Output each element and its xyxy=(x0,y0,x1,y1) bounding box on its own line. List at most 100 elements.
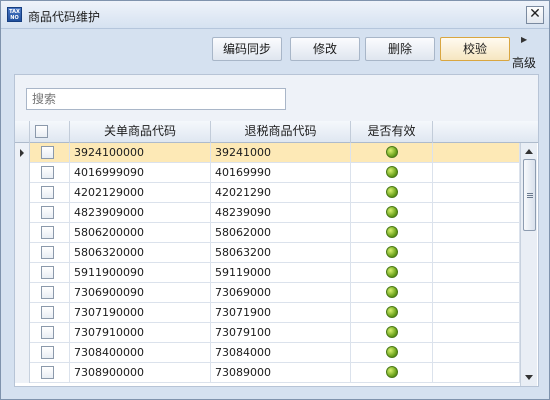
table-row[interactable]: 7307190000 73071900 xyxy=(15,303,520,323)
scroll-thumb[interactable] xyxy=(523,159,536,231)
row-indicator xyxy=(15,183,30,203)
refund-code-cell[interactable]: 39241000 xyxy=(211,143,351,163)
refund-code-cell[interactable]: 73071900 xyxy=(211,303,351,323)
advanced-toggle[interactable]: 高级 xyxy=(512,54,536,71)
customs-code-cell[interactable]: 7308900000 xyxy=(70,363,211,383)
valid-status-cell[interactable] xyxy=(351,283,433,303)
valid-status-cell[interactable] xyxy=(351,163,433,183)
customs-code-cell[interactable]: 7307190000 xyxy=(70,303,211,323)
vertical-scrollbar[interactable] xyxy=(520,143,537,386)
refund-code-cell[interactable]: 73084000 xyxy=(211,343,351,363)
refund-code-cell[interactable]: 73069000 xyxy=(211,283,351,303)
column-header-customs-code[interactable]: 关单商品代码 xyxy=(70,121,211,143)
empty-cell xyxy=(433,223,520,243)
row-checkbox-cell xyxy=(30,143,70,163)
column-header-refund-code[interactable]: 退税商品代码 xyxy=(211,121,351,143)
table-row[interactable]: 7308900000 73089000 xyxy=(15,363,520,383)
valid-status-cell[interactable] xyxy=(351,303,433,323)
empty-cell xyxy=(433,323,520,343)
customs-code-cell[interactable]: 5806200000 xyxy=(70,223,211,243)
valid-status-icon xyxy=(386,166,398,178)
table-row[interactable]: 5806320000 58063200 xyxy=(15,243,520,263)
row-checkbox[interactable] xyxy=(41,266,54,279)
valid-status-cell[interactable] xyxy=(351,343,433,363)
row-indicator xyxy=(15,283,30,303)
edit-button[interactable]: 修改 xyxy=(290,37,360,61)
scroll-up-icon[interactable] xyxy=(525,149,533,154)
row-checkbox-cell xyxy=(30,223,70,243)
refund-code-cell[interactable]: 58062000 xyxy=(211,223,351,243)
row-checkbox[interactable] xyxy=(41,166,54,179)
grid-rows: 3924100000 39241000 4016999090 40169990 4202… xyxy=(15,143,520,386)
row-checkbox[interactable] xyxy=(41,146,54,159)
customs-code-cell[interactable]: 7307910000 xyxy=(70,323,211,343)
main-panel: 关单商品代码 退税商品代码 是否有效 392410000039241000401… xyxy=(14,74,539,387)
close-button[interactable]: ✕ xyxy=(526,6,544,24)
valid-status-icon xyxy=(386,366,398,378)
row-indicator xyxy=(15,343,30,363)
row-checkbox-cell xyxy=(30,323,70,343)
empty-cell xyxy=(433,343,520,363)
valid-status-cell[interactable] xyxy=(351,243,433,263)
refund-code-cell[interactable]: 58063200 xyxy=(211,243,351,263)
refund-code-cell[interactable]: 59119000 xyxy=(211,263,351,283)
refund-code-cell[interactable]: 73089000 xyxy=(211,363,351,383)
empty-cell xyxy=(433,183,520,203)
valid-status-cell[interactable] xyxy=(351,203,433,223)
row-checkbox-cell xyxy=(30,163,70,183)
sync-codes-button[interactable]: 编码同步 xyxy=(212,37,282,61)
window-title: 商品代码维护 xyxy=(28,10,101,24)
chevron-right-icon[interactable]: ▶ xyxy=(521,35,527,44)
row-checkbox[interactable] xyxy=(41,306,54,319)
table-row[interactable]: 5911900090 59119000 xyxy=(15,263,520,283)
validate-button[interactable]: 校验 xyxy=(440,37,510,61)
search-input[interactable] xyxy=(26,88,286,110)
row-checkbox[interactable] xyxy=(41,366,54,379)
row-checkbox-cell xyxy=(30,363,70,383)
scroll-down-icon[interactable] xyxy=(525,375,533,380)
valid-status-cell[interactable] xyxy=(351,183,433,203)
table-row[interactable]: 7308400000 73084000 xyxy=(15,343,520,363)
valid-status-icon xyxy=(386,266,398,278)
table-row[interactable]: 4202129000 42021290 xyxy=(15,183,520,203)
empty-cell xyxy=(433,303,520,323)
delete-button[interactable]: 删除 xyxy=(365,37,435,61)
customs-code-cell[interactable]: 7306900090 xyxy=(70,283,211,303)
grid-header: 关单商品代码 退税商品代码 是否有效 xyxy=(15,121,538,143)
row-checkbox[interactable] xyxy=(41,286,54,299)
row-checkbox-cell xyxy=(30,243,70,263)
valid-status-cell[interactable] xyxy=(351,323,433,343)
refund-code-cell[interactable]: 48239090 xyxy=(211,203,351,223)
row-checkbox[interactable] xyxy=(41,206,54,219)
table-row[interactable]: 4823909000 48239090 xyxy=(15,203,520,223)
row-checkbox[interactable] xyxy=(41,246,54,259)
refund-code-cell[interactable]: 73079100 xyxy=(211,323,351,343)
title-bar[interactable]: TAX NO 商品代码维护 ✕ xyxy=(1,1,549,29)
column-header-valid[interactable]: 是否有效 xyxy=(351,121,433,143)
row-indicator xyxy=(15,143,30,163)
customs-code-cell[interactable]: 4823909000 xyxy=(70,203,211,223)
customs-code-cell[interactable]: 5806320000 xyxy=(70,243,211,263)
refund-code-cell[interactable]: 40169990 xyxy=(211,163,351,183)
customs-code-cell[interactable]: 3924100000 xyxy=(70,143,211,163)
select-all-checkbox[interactable] xyxy=(35,125,48,138)
customs-code-cell[interactable]: 5911900090 xyxy=(70,263,211,283)
row-checkbox[interactable] xyxy=(41,226,54,239)
row-checkbox[interactable] xyxy=(41,346,54,359)
table-row[interactable]: 4016999090 40169990 xyxy=(15,163,520,183)
table-row[interactable]: 7306900090 73069000 xyxy=(15,283,520,303)
row-checkbox[interactable] xyxy=(41,326,54,339)
table-row[interactable]: 7307910000 73079100 xyxy=(15,323,520,343)
table-row[interactable]: 5806200000 58062000 xyxy=(15,223,520,243)
refund-code-cell[interactable]: 42021290 xyxy=(211,183,351,203)
row-checkbox-cell xyxy=(30,203,70,223)
valid-status-cell[interactable] xyxy=(351,143,433,163)
customs-code-cell[interactable]: 7308400000 xyxy=(70,343,211,363)
valid-status-cell[interactable] xyxy=(351,223,433,243)
valid-status-cell[interactable] xyxy=(351,263,433,283)
customs-code-cell[interactable]: 4016999090 xyxy=(70,163,211,183)
table-row[interactable]: 3924100000 39241000 xyxy=(15,143,520,163)
row-checkbox[interactable] xyxy=(41,186,54,199)
valid-status-cell[interactable] xyxy=(351,363,433,383)
customs-code-cell[interactable]: 4202129000 xyxy=(70,183,211,203)
